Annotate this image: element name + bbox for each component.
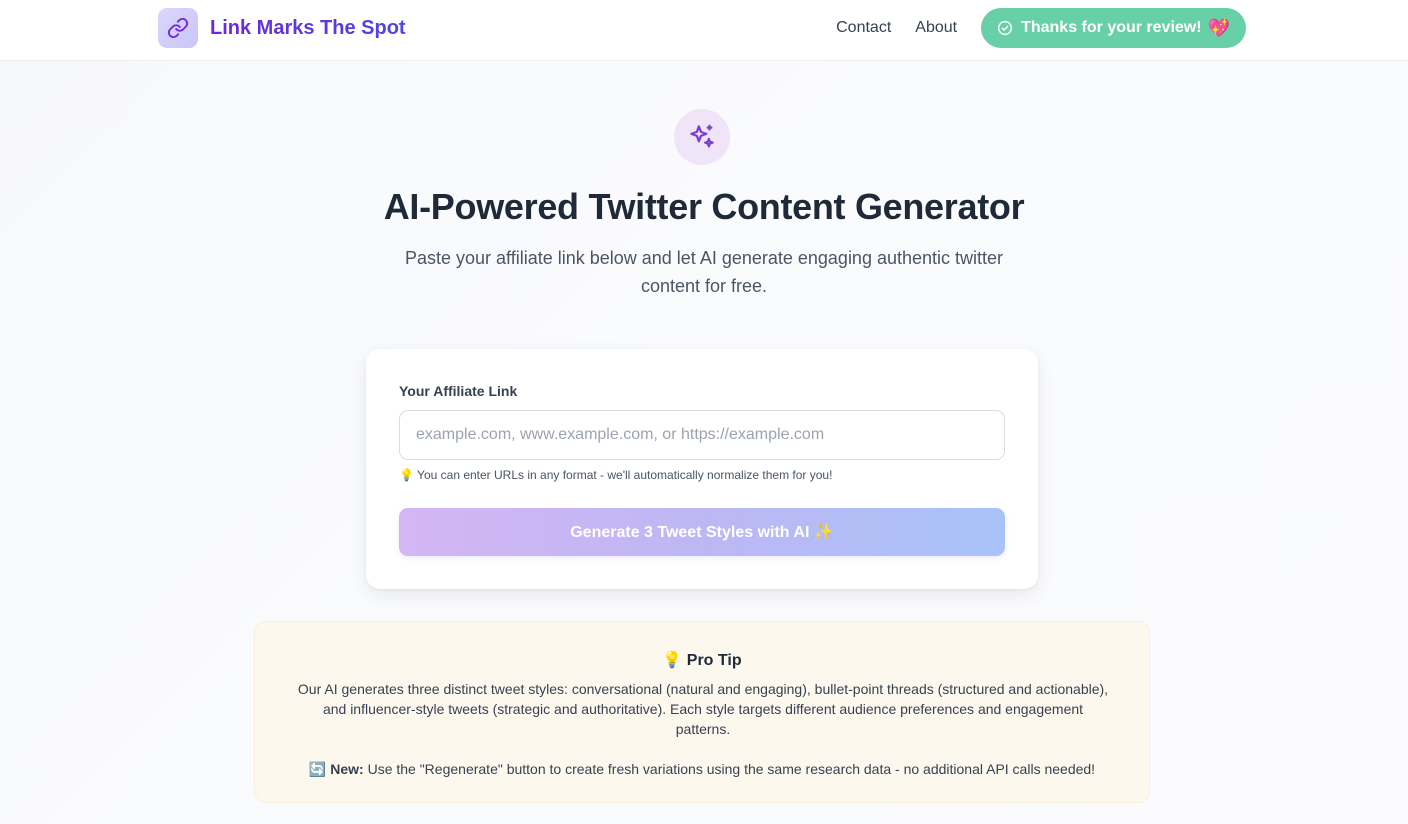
new-note-text: Use the "Regenerate" button to create fr… — [363, 761, 1096, 777]
link-icon — [158, 8, 198, 48]
link-form-card: Your Affiliate Link 💡 You can enter URLs… — [366, 349, 1038, 589]
review-thanks-label: Thanks for your review! — [1021, 19, 1202, 36]
affiliate-link-label: Your Affiliate Link — [399, 383, 518, 399]
pro-tip-title: 💡 Pro Tip — [662, 652, 742, 669]
pro-tip-body: Our AI generates three distinct tweet st… — [297, 681, 1109, 737]
pro-tip-new-note: 🔄 New: Use the "Regenerate" button to cr… — [255, 759, 1149, 779]
page-subtitle: Paste your affiliate link below and let … — [404, 248, 1004, 296]
affiliate-link-input[interactable] — [399, 410, 1005, 460]
nav-link-contact[interactable]: Contact — [836, 19, 891, 37]
review-thanks-button[interactable]: Thanks for your review! 💖 — [981, 8, 1246, 48]
sparkles-icon — [674, 109, 730, 165]
main-nav: Contact About Thanks for your review! 💖 — [836, 8, 1246, 48]
heart-emoji: 💖 — [1207, 17, 1230, 38]
page-title: AI-Powered Twitter Content Generator — [383, 186, 1025, 227]
brand[interactable]: Link Marks The Spot — [158, 8, 406, 48]
brand-name: Link Marks The Spot — [210, 16, 406, 39]
url-format-hint: 💡 You can enter URLs in any format - we'… — [399, 468, 833, 482]
check-circle-icon — [997, 20, 1013, 36]
new-label: 🔄 New: — [308, 761, 364, 777]
nav-link-about[interactable]: About — [915, 19, 957, 37]
generate-tweets-button[interactable]: Generate 3 Tweet Styles with AI ✨ — [399, 508, 1005, 556]
pro-tip-box: 💡 Pro Tip Our AI generates three distinc… — [254, 621, 1150, 803]
top-nav-bar: Link Marks The Spot Contact About Thanks… — [0, 0, 1408, 61]
